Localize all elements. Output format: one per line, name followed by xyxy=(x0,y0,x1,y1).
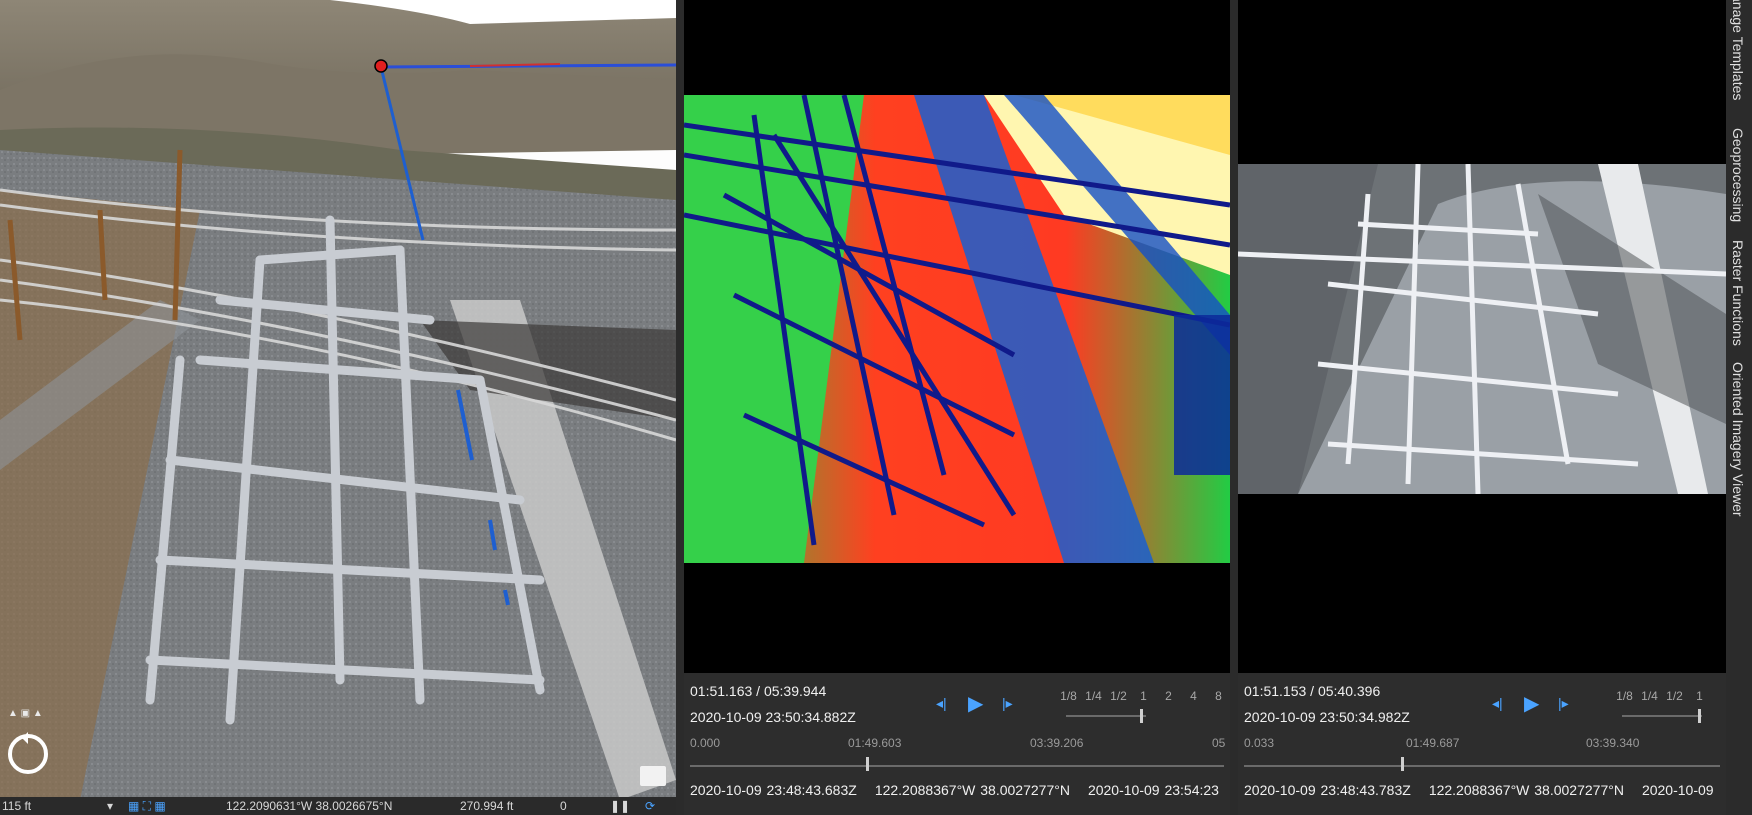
tick-label: 05 xyxy=(1212,736,1226,750)
speed-slider-thumb[interactable] xyxy=(1698,709,1701,723)
refresh-icon[interactable]: ⟳ xyxy=(645,799,655,813)
pane-separator[interactable] xyxy=(676,0,684,815)
speed-slider-thumb[interactable] xyxy=(1140,709,1143,723)
speed-slider[interactable] xyxy=(1622,715,1702,717)
timeline-slider[interactable] xyxy=(1244,757,1720,771)
start-time: 2020-10-09 23:48:43.683Z xyxy=(690,782,857,798)
end-time: 2020-10-09 23:54:23 xyxy=(1087,782,1219,798)
start-time: 2020-10-09 23:48:43.783Z xyxy=(1244,782,1411,798)
play-icon[interactable]: ▶ xyxy=(1524,691,1539,716)
thermal-video-viewer[interactable]: 01:51.163 / 05:39.944 2020-10-09 23:50:3… xyxy=(684,0,1230,815)
rgb-frame xyxy=(1238,164,1726,494)
current-time: 01:51.153 / 05:40.396 xyxy=(1244,683,1381,699)
elevation-readout: 270.994 ft xyxy=(460,799,514,813)
tick-label: 03:39.206 xyxy=(1030,736,1084,750)
current-time: 01:51.163 / 05:39.944 xyxy=(690,683,827,699)
navigator-rotate-icon[interactable] xyxy=(8,732,48,774)
timeline-thumb[interactable] xyxy=(1401,757,1405,771)
tick-label: 01:49.687 xyxy=(1406,736,1460,750)
chevron-down-icon[interactable]: ▾ xyxy=(107,799,113,813)
timeline-slider[interactable] xyxy=(690,757,1224,771)
tab-raster-functions[interactable]: Raster Functions xyxy=(1730,240,1746,346)
end-time: 2020-10-09 xyxy=(1641,782,1714,798)
timeline-thumb[interactable] xyxy=(866,757,870,771)
step-back-icon[interactable]: ◂| xyxy=(1492,695,1503,712)
tick-label: 01:49.603 xyxy=(848,736,902,750)
selection-count: 0 xyxy=(560,799,567,813)
tick-label: 0.000 xyxy=(690,736,721,750)
nav-mode-icon[interactable]: ▦ ⛶ ▦ xyxy=(128,799,166,814)
tick-label: 0.033 xyxy=(1244,736,1275,750)
rgb-playback-controls: 01:51.153 / 05:40.396 2020-10-09 23:50:3… xyxy=(1238,673,1726,815)
thermal-frame xyxy=(684,95,1230,563)
frame-footer: 2020-10-09 23:48:43.683Z 122.2088367°W 38… xyxy=(690,782,1230,798)
tab-manage-templates[interactable]: anage Templates xyxy=(1730,0,1746,100)
speed-slider[interactable] xyxy=(1066,715,1146,717)
mini-nav-icons[interactable]: ▲ ▣ ▲ xyxy=(8,708,43,719)
frame-footer: 2020-10-09 23:48:43.783Z 122.2088367°W 38… xyxy=(1244,782,1726,798)
sensor-coordinates: 122.2088367°W 38.0027277°N xyxy=(874,782,1070,798)
tick-label: 03:39.340 xyxy=(1586,736,1640,750)
scene-view[interactable]: ▲ ▣ ▲ xyxy=(0,0,676,800)
play-icon[interactable]: ▶ xyxy=(968,691,983,716)
pane-separator[interactable] xyxy=(1230,0,1238,815)
step-forward-icon[interactable]: |▸ xyxy=(1558,695,1569,712)
speed-labels[interactable]: 1/8 1/4 1/2 1 xyxy=(1612,689,1712,703)
frame-timestamp: 2020-10-09 23:50:34.882Z xyxy=(690,709,856,725)
pause-icon[interactable]: ❚❚ xyxy=(610,799,630,813)
rgb-video-viewer[interactable]: 01:51.153 / 05:40.396 2020-10-09 23:50:3… xyxy=(1238,0,1726,815)
frame-timestamp: 2020-10-09 23:50:34.982Z xyxy=(1244,709,1410,725)
sensor-coordinates: 122.2088367°W 38.0027277°N xyxy=(1428,782,1624,798)
right-dock-tabs: anage Templates Geoprocessing Raster Fun… xyxy=(1726,0,1752,815)
speed-labels[interactable]: 1/8 1/4 1/2 1 2 4 8 xyxy=(1056,689,1230,703)
tab-geoprocessing[interactable]: Geoprocessing xyxy=(1730,128,1746,222)
step-forward-icon[interactable]: |▸ xyxy=(1002,695,1013,712)
scene-status-bar: 115 ft ▾ ▦ ⛶ ▦ 122.2090631°W 38.0026675°… xyxy=(0,797,676,815)
tab-oriented-imagery-viewer[interactable]: Oriented Imagery Viewer xyxy=(1730,362,1746,517)
coordinates-readout: 122.2090631°W 38.0026675°N xyxy=(226,799,393,813)
scale-select[interactable]: 115 ft xyxy=(2,799,31,813)
thermal-playback-controls: 01:51.163 / 05:39.944 2020-10-09 23:50:3… xyxy=(684,673,1230,815)
notes-icon[interactable] xyxy=(640,766,666,786)
step-back-icon[interactable]: ◂| xyxy=(936,695,947,712)
